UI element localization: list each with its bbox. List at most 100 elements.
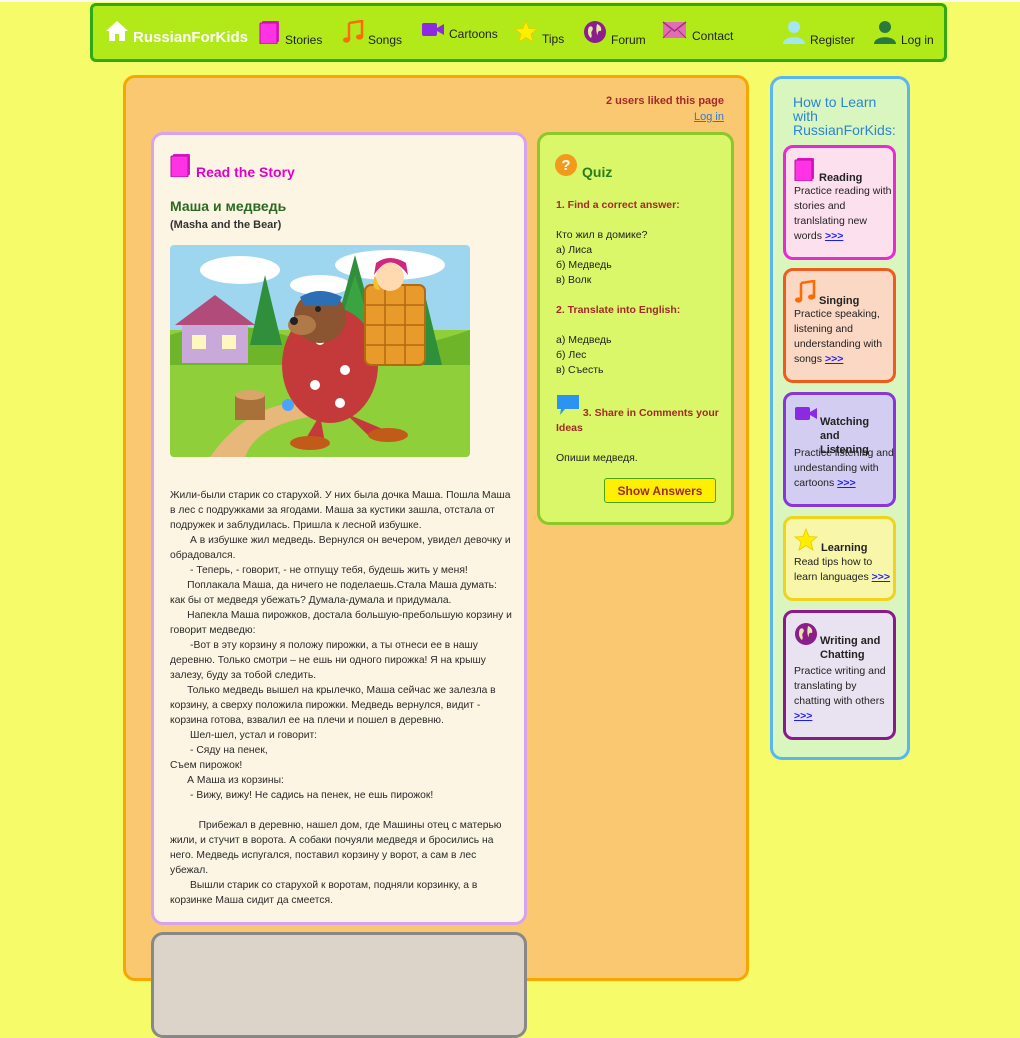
card-more-link[interactable]: >>>: [825, 230, 843, 242]
book-icon: [794, 157, 816, 185]
video-camera-icon: [421, 20, 445, 41]
card-heading: Reading: [794, 157, 862, 185]
story-paragraph: Съем пирожок!: [170, 760, 243, 771]
comments-card: [151, 932, 527, 1038]
quiz-option: в) Съесть: [556, 364, 604, 376]
story-paragraph: А Маша из корзины:: [170, 775, 284, 786]
card-title-wrap: Writing and Chatting: [820, 634, 888, 662]
nav-forum[interactable]: Forum: [583, 20, 646, 47]
card-more-link[interactable]: >>>: [794, 710, 812, 722]
question-icon: ?: [554, 153, 578, 180]
nav-label-stories: Stories: [285, 33, 323, 47]
story-text: Жили-были старик со старухой. У них была…: [170, 488, 512, 908]
nav-label-tips: Tips: [542, 32, 565, 46]
nav-label-songs: Songs: [368, 33, 403, 47]
quiz-option: а) Медведь: [556, 334, 612, 346]
quiz-option: в) Волк: [556, 274, 592, 286]
home-icon: [105, 20, 129, 46]
quiz-option: б) Медведь: [556, 259, 612, 271]
top-navigation: RussianForKids Stories Songs Cartoons Ti…: [90, 3, 947, 62]
card-description-text: Read tips how to learn languages: [794, 556, 873, 583]
card-heading: Learning: [793, 527, 868, 555]
story-paragraph: [170, 803, 512, 818]
nav-label-forum: Forum: [611, 33, 646, 47]
story-paragraph: Поплакала Маша, да ничего не поделаешь.С…: [170, 580, 500, 606]
user-icon: [873, 20, 897, 47]
likes-count: 2 users liked this page: [606, 95, 724, 107]
card-title: Writing and Chatting: [820, 635, 881, 661]
story-paragraph: Вышли старик со старухой к воротам, подн…: [170, 880, 481, 906]
svg-text:?: ?: [561, 157, 570, 174]
nav-stories[interactable]: Stories: [259, 20, 322, 47]
speech-bubble-icon: [556, 394, 580, 421]
globe-icon: [794, 622, 818, 650]
card-description: Read tips how to learn languages >>>: [794, 555, 894, 585]
story-paragraph: - Теперь, - говорит, - не отпущу тебя, б…: [170, 565, 468, 576]
quiz-question-1-title: 1. Find a correct answer:: [556, 199, 680, 211]
main-content-panel: 2 users liked this page Log in Read the …: [123, 75, 749, 1038]
card-heading: Singing: [794, 279, 860, 308]
nav-register[interactable]: Register: [782, 20, 855, 47]
story-paragraph: -Вот в эту корзину я положу пирожки, а т…: [170, 640, 489, 681]
card-more-link[interactable]: >>>: [837, 477, 855, 489]
quiz-heading-label: Quiz: [582, 164, 613, 180]
sidebar-card-reading: Reading Practice reading with stories an…: [783, 145, 896, 260]
sidebar-card-learning: Learning Read tips how to learn language…: [783, 516, 896, 601]
card-description: Practice reading with stories and tranls…: [794, 184, 894, 244]
quiz-heading: ? Quiz: [554, 153, 612, 180]
story-title: Маша и медведь: [170, 198, 287, 214]
top-border: [0, 0, 1020, 2]
quiz-option: а) Лиса: [556, 244, 593, 256]
story-card: Read the Story Маша и медведь (Masha and…: [151, 132, 527, 925]
card-description-text: Practice writing and translating by chat…: [794, 665, 886, 707]
story-paragraph: Жили-были старик со старухой. У них была…: [170, 490, 511, 531]
card-title: Singing: [819, 295, 860, 307]
story-paragraph: Шел-шел, устал и говорит:: [170, 730, 318, 741]
sidebar-card-singing: Singing Practice speaking, listening and…: [783, 268, 896, 383]
nav-cartoons[interactable]: Cartoons: [421, 20, 498, 41]
story-heading-label: Read the Story: [196, 164, 295, 180]
show-answers-button[interactable]: Show Answers: [604, 478, 716, 503]
user-add-icon: [782, 20, 806, 47]
story-heading: Read the Story: [170, 153, 295, 180]
login-link[interactable]: Log in: [694, 111, 724, 123]
nav-label-contact: Contact: [692, 29, 734, 43]
card-title: Learning: [821, 542, 868, 554]
story-illustration: [170, 245, 470, 457]
sidebar-card-chatting: Writing and Chatting Practice writing an…: [783, 610, 896, 740]
story-paragraph: - Сяду на пенек,: [170, 745, 268, 756]
story-paragraph: Только медведь вышел на крылечко, Маша с…: [170, 685, 499, 726]
sidebar: How to Learn with RussianForKids: Readin…: [770, 76, 910, 760]
card-more-link[interactable]: >>>: [872, 571, 890, 583]
nav-label-register: Register: [810, 33, 855, 47]
nav-songs[interactable]: Songs: [342, 19, 403, 47]
card-description: Practice listening and undestanding with…: [794, 446, 894, 491]
star-icon: [513, 19, 539, 46]
story-paragraph: Напекла Маша пирожков, достала большую-п…: [170, 610, 515, 636]
card-description: Practice writing and translating by chat…: [794, 664, 894, 724]
card-more-link[interactable]: >>>: [825, 353, 843, 365]
story-paragraph: Прибежал в деревню, нашел дом, где Машин…: [170, 820, 505, 876]
star-icon: [793, 527, 819, 555]
story-paragraph: А в избушке жил медведь. Вернулся он веч…: [170, 535, 514, 561]
quiz-question-1-text: Кто жил в домике?: [556, 229, 648, 241]
envelope-icon: [662, 20, 688, 43]
nav-contact[interactable]: Contact: [662, 20, 733, 43]
globe-icon: [583, 20, 607, 47]
story-subtitle: (Masha and the Bear): [170, 219, 282, 231]
nav-tips[interactable]: Tips: [513, 19, 565, 46]
book-icon: [170, 153, 192, 180]
quiz-option: б) Лес: [556, 349, 587, 361]
quiz-card: ? Quiz 1. Find a correct answer: Кто жил…: [537, 132, 734, 525]
brand-home-link[interactable]: RussianForKids: [105, 20, 248, 46]
quiz-question-3-prompt: Опиши медведя.: [556, 452, 638, 464]
nav-label-cartoons: Cartoons: [449, 27, 498, 41]
card-title: Reading: [819, 172, 863, 184]
card-description: Practice speaking, listening and underst…: [794, 307, 894, 367]
music-note-icon: [794, 279, 816, 308]
brand-name: RussianForKids: [133, 29, 249, 46]
nav-login[interactable]: Log in: [873, 20, 934, 47]
sidebar-card-watching: Watching and Listening Practice listenin…: [783, 392, 896, 507]
sidebar-title: How to Learn with RussianForKids:: [793, 94, 896, 138]
nav-label-login: Log in: [901, 33, 934, 47]
